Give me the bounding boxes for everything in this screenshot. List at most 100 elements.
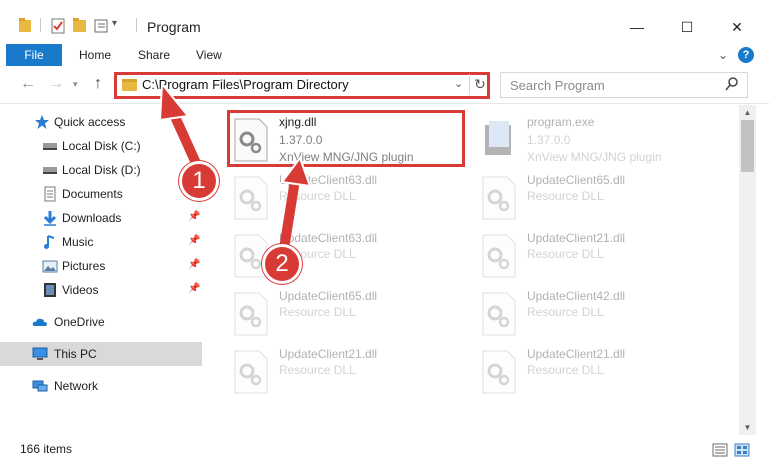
sidebar-item-label: Downloads bbox=[62, 211, 122, 225]
dll-file-icon bbox=[482, 292, 516, 336]
sidebar-item-this-pc[interactable]: This PC bbox=[0, 342, 202, 366]
file-item[interactable]: UpdateClient65.dll Resource DLL bbox=[477, 169, 717, 227]
qa-separator bbox=[40, 18, 41, 32]
sidebar-item-label: Network bbox=[54, 379, 99, 393]
dll-file-icon bbox=[234, 350, 268, 394]
search-box[interactable]: Search Program bbox=[500, 72, 748, 98]
sidebar-item-local-disk-c[interactable]: Local Disk (C:) bbox=[0, 134, 202, 158]
minimize-button[interactable]: — bbox=[622, 14, 652, 40]
navigation-bar: ← → ▾ ↑ C:\Program Files\Program Directo… bbox=[0, 66, 769, 104]
address-bar[interactable]: C:\Program Files\Program Directory ⌄ ↻ bbox=[114, 72, 490, 99]
sidebar-item-label: Quick access bbox=[54, 115, 126, 129]
callout-step-2: 2 bbox=[262, 244, 302, 284]
videos-icon bbox=[44, 283, 56, 297]
file-item[interactable]: UpdateClient65.dll Resource DLL bbox=[229, 285, 469, 343]
title-separator bbox=[136, 18, 137, 32]
dll-file-icon bbox=[234, 292, 268, 336]
exe-file-icon bbox=[485, 121, 511, 155]
tab-file[interactable]: File bbox=[6, 44, 62, 66]
sidebar-item-network[interactable]: Network bbox=[0, 374, 202, 398]
forward-arrow-icon[interactable]: → bbox=[48, 75, 64, 93]
file-item[interactable]: UpdateClient21.dll Resource DLL bbox=[229, 343, 469, 401]
refresh-icon[interactable]: ↻ bbox=[469, 74, 490, 95]
navigation-pane: Quick access Local Disk (C:) Local Disk … bbox=[0, 105, 212, 435]
close-button[interactable]: ✕ bbox=[722, 14, 752, 40]
ribbon-expand-icon[interactable]: ⌄ bbox=[718, 44, 728, 66]
address-path[interactable]: C:\Program Files\Program Directory bbox=[142, 77, 349, 92]
file-name: UpdateClient63.dll bbox=[279, 231, 378, 245]
dll-file-icon bbox=[234, 176, 268, 220]
documents-icon bbox=[44, 186, 56, 202]
window-title: Program bbox=[147, 19, 201, 35]
sidebar-item-label: This PC bbox=[54, 347, 97, 361]
scroll-thumb[interactable] bbox=[741, 120, 754, 172]
file-description: Resource DLL bbox=[279, 189, 356, 203]
file-name: UpdateClient21.dll bbox=[527, 347, 626, 361]
pin-icon[interactable]: 📌 bbox=[188, 283, 200, 294]
file-item[interactable]: UpdateClient21.dll Resource DLL bbox=[477, 343, 717, 401]
up-arrow-icon[interactable]: ↑ bbox=[94, 75, 102, 93]
qa-dropdown-icon[interactable]: ▾ bbox=[112, 18, 117, 29]
file-description: XnView MNG/JNG plugin bbox=[527, 150, 662, 164]
search-icon[interactable] bbox=[725, 76, 739, 92]
tiles-view-icon[interactable] bbox=[734, 443, 750, 457]
sidebar-item-onedrive[interactable]: OneDrive bbox=[0, 310, 202, 334]
callout-step-1: 1 bbox=[179, 161, 219, 201]
sidebar-item-quick-access[interactable]: Quick access bbox=[0, 110, 202, 134]
file-description: Resource DLL bbox=[279, 363, 356, 377]
sidebar-item-local-disk-d[interactable]: Local Disk (D:) bbox=[0, 158, 202, 182]
dll-file-icon bbox=[482, 176, 516, 220]
customize-icon[interactable] bbox=[94, 16, 110, 36]
help-icon[interactable]: ? bbox=[738, 47, 754, 63]
sidebar-item-label: Videos bbox=[62, 283, 99, 297]
tab-share[interactable]: Share bbox=[138, 44, 170, 66]
sidebar-item-label: OneDrive bbox=[54, 315, 105, 329]
file-description: Resource DLL bbox=[279, 305, 356, 319]
sidebar-item-pictures[interactable]: Pictures 📌 bbox=[0, 254, 202, 278]
file-item-program-exe[interactable]: program.exe 1.37.0.0 XnView MNG/JNG plug… bbox=[477, 111, 717, 169]
file-name: program.exe bbox=[527, 115, 595, 129]
file-name: UpdateClient63.dll bbox=[279, 173, 378, 187]
drive-icon bbox=[43, 143, 57, 150]
cloud-icon bbox=[32, 318, 47, 326]
back-arrow-icon[interactable]: ← bbox=[20, 75, 36, 93]
scroll-down-icon[interactable]: ▼ bbox=[739, 420, 756, 435]
item-count: 166 items bbox=[20, 442, 73, 456]
sidebar-item-label: Pictures bbox=[62, 259, 106, 273]
sidebar-item-downloads[interactable]: Downloads 📌 bbox=[0, 206, 202, 230]
sidebar-item-documents[interactable]: Documents bbox=[0, 182, 202, 206]
sidebar-item-label: Local Disk (C:) bbox=[62, 139, 141, 153]
dll-file-icon bbox=[482, 234, 516, 278]
recent-dropdown-icon[interactable]: ▾ bbox=[73, 79, 78, 90]
network-icon bbox=[32, 380, 48, 392]
maximize-button[interactable]: ☐ bbox=[672, 14, 702, 40]
file-item[interactable]: UpdateClient42.dll Resource DLL bbox=[477, 285, 717, 343]
file-description: Resource DLL bbox=[527, 363, 604, 377]
pictures-icon bbox=[42, 260, 58, 273]
pin-icon[interactable]: 📌 bbox=[188, 211, 200, 222]
folder-icon[interactable] bbox=[18, 16, 32, 36]
pin-icon[interactable]: 📌 bbox=[188, 235, 200, 246]
search-input[interactable]: Search Program bbox=[510, 78, 605, 93]
sidebar-item-music[interactable]: Music 📌 bbox=[0, 230, 202, 254]
properties-icon[interactable] bbox=[50, 16, 66, 36]
file-name: UpdateClient65.dll bbox=[527, 173, 626, 187]
file-name: UpdateClient21.dll bbox=[279, 347, 378, 361]
vertical-scrollbar[interactable]: ▲ ▼ bbox=[739, 105, 756, 435]
scroll-up-icon[interactable]: ▲ bbox=[739, 105, 756, 120]
tab-view[interactable]: View bbox=[196, 44, 222, 66]
highlight-box bbox=[227, 110, 465, 167]
sidebar-item-label: Documents bbox=[62, 187, 123, 201]
sidebar-item-videos[interactable]: Videos 📌 bbox=[0, 278, 202, 302]
file-item[interactable]: UpdateClient63.dll Resource DLL bbox=[229, 169, 469, 227]
new-folder-icon[interactable] bbox=[72, 16, 88, 36]
file-item[interactable]: UpdateClient21.dll Resource DLL bbox=[477, 227, 717, 285]
pin-icon[interactable]: 📌 bbox=[188, 259, 200, 270]
file-name: UpdateClient21.dll bbox=[527, 231, 626, 245]
music-icon bbox=[44, 235, 55, 249]
address-dropdown-icon[interactable]: ⌄ bbox=[454, 77, 463, 90]
file-version: 1.37.0.0 bbox=[527, 133, 571, 147]
tab-home[interactable]: Home bbox=[79, 44, 111, 66]
details-view-icon[interactable] bbox=[712, 443, 728, 457]
file-name: UpdateClient42.dll bbox=[527, 289, 626, 303]
